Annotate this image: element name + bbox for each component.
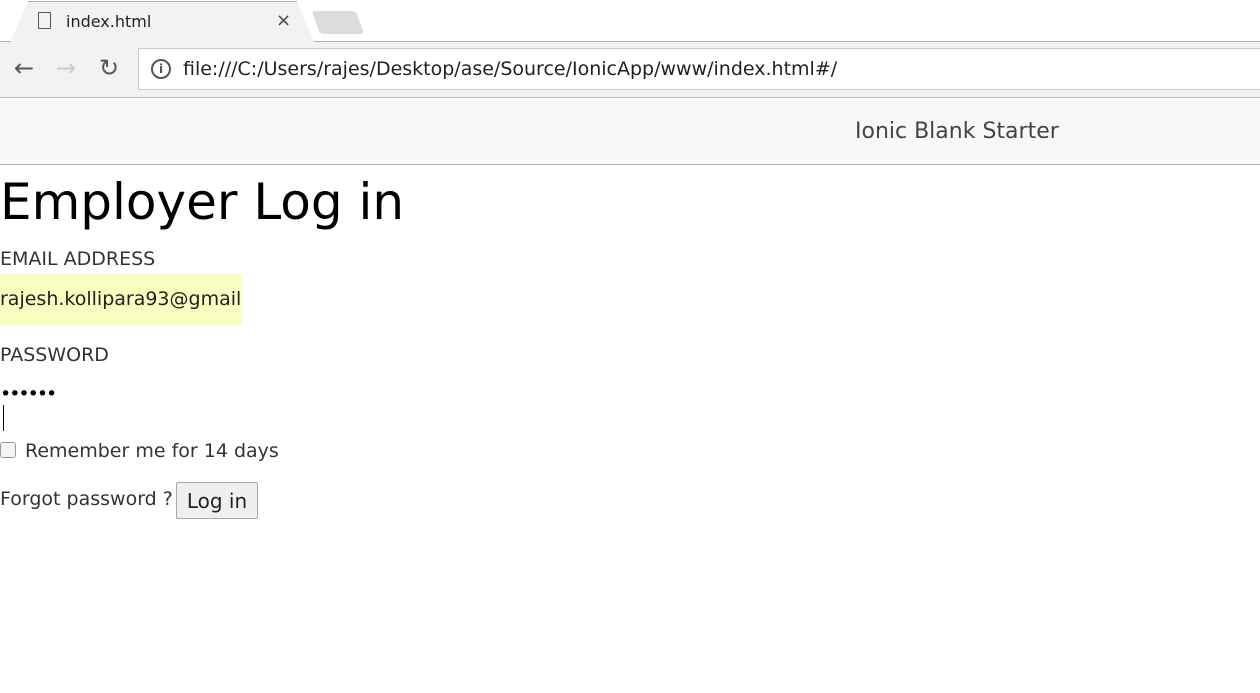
- forward-icon[interactable]: →: [56, 54, 76, 82]
- app-title: Ionic Blank Starter: [855, 119, 1059, 144]
- app-header: Ionic Blank Starter: [0, 99, 1260, 165]
- password-label: PASSWORD: [0, 344, 109, 366]
- password-field[interactable]: ••••••: [0, 383, 57, 431]
- email-label: EMAIL ADDRESS: [0, 248, 156, 270]
- reload-icon[interactable]: ↻: [99, 54, 119, 82]
- text-caret: [3, 405, 4, 431]
- close-tab-icon[interactable]: ×: [276, 10, 291, 31]
- email-field[interactable]: rajesh.kollipara93@gmail.c: [0, 274, 242, 325]
- tab-title: index.html: [66, 12, 152, 31]
- url-text[interactable]: file:///C:/Users/rajes/Desktop/ase/Sourc…: [183, 58, 837, 80]
- remember-label[interactable]: Remember me for 14 days: [25, 440, 279, 462]
- tab-strip: index.html ×: [0, 0, 1260, 42]
- file-icon: [38, 12, 51, 29]
- back-icon[interactable]: ←: [14, 54, 34, 82]
- new-tab-button[interactable]: [311, 11, 365, 34]
- forgot-password-link[interactable]: Forgot password ?: [0, 488, 173, 510]
- address-bar[interactable]: i file:///C:/Users/rajes/Desktop/ase/Sou…: [138, 48, 1260, 90]
- browser-toolbar: ← → ↻ i file:///C:/Users/rajes/Desktop/a…: [0, 42, 1260, 98]
- login-button[interactable]: Log in: [176, 482, 258, 519]
- page-title: Employer Log in: [0, 173, 405, 231]
- remember-checkbox[interactable]: [0, 442, 16, 458]
- password-value: ••••••: [0, 383, 57, 405]
- info-icon[interactable]: i: [151, 59, 171, 79]
